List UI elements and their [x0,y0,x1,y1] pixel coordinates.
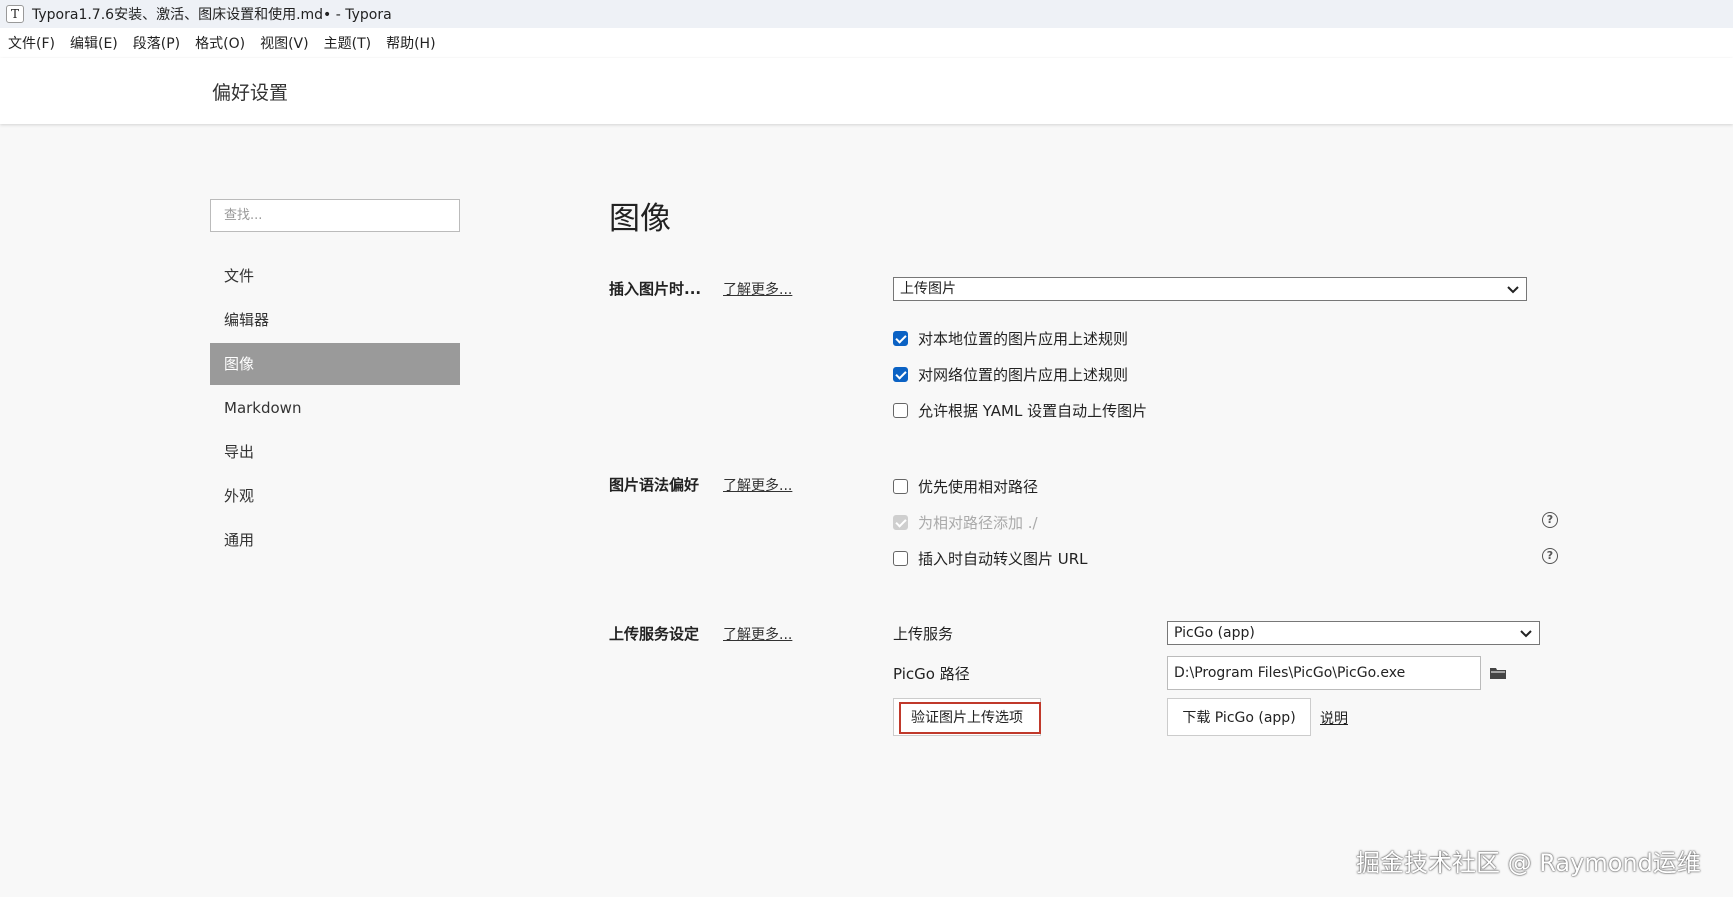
apply-local-rule-row[interactable]: 对本地位置的图片应用上述规则 [893,328,1128,349]
sidebar-item-appearance[interactable]: 外观 [210,475,460,517]
typora-app-icon: T [6,5,24,23]
picgo-path-input[interactable] [1167,656,1481,690]
add-dot-slash-label: 为相对路径添加 ./ [918,514,1038,532]
menu-view[interactable]: 视图(V) [260,33,309,53]
chevron-down-icon [1520,630,1532,638]
sidebar-nav: 文件 编辑器 图像 Markdown 导出 外观 通用 [210,255,460,563]
checkbox-icon[interactable] [893,367,908,382]
menu-help[interactable]: 帮助(H) [386,33,435,53]
syntax-learn-more-link[interactable]: 了解更多... [723,475,792,495]
menu-bar: 文件(F) 编辑(E) 段落(P) 格式(O) 视图(V) 主题(T) 帮助(H… [0,28,1733,58]
sidebar-item-editor[interactable]: 编辑器 [210,299,460,341]
explain-link[interactable]: 说明 [1320,708,1348,728]
image-syntax-label: 图片语法偏好 [609,476,700,494]
verify-upload-button[interactable]: 验证图片上传选项 [893,698,1041,736]
sidebar-item-file[interactable]: 文件 [210,255,460,297]
upload-service-settings-label: 上传服务设定 [609,625,700,643]
help-icon[interactable]: ? [1542,548,1558,564]
window-title: Typora1.7.6安装、激活、图床设置和使用.md• - Typora [32,7,392,23]
upload-service-select[interactable]: PicGo (app) [1167,621,1540,645]
yaml-auto-upload-label: 允许根据 YAML 设置自动上传图片 [918,402,1148,420]
checkbox-icon[interactable] [893,551,908,566]
menu-file[interactable]: 文件(F) [8,33,55,53]
picgo-path-label: PicGo 路径 [893,665,970,683]
menu-themes[interactable]: 主题(T) [324,33,371,53]
checkbox-icon[interactable] [893,403,908,418]
folder-icon[interactable] [1490,667,1506,679]
sidebar-item-export[interactable]: 导出 [210,431,460,473]
preferences-header: 偏好设置 [0,58,1733,124]
escape-url-row[interactable]: 插入时自动转义图片 URL [893,548,1088,569]
page-title: 偏好设置 [212,82,289,104]
menu-format[interactable]: 格式(O) [195,33,245,53]
upload-service-label: 上传服务 [893,625,954,643]
section-title: 图像 [609,201,671,237]
checkbox-icon [893,515,908,530]
sidebar-item-general[interactable]: 通用 [210,519,460,561]
apply-network-rule-label: 对网络位置的图片应用上述规则 [918,366,1129,384]
yaml-auto-upload-row[interactable]: 允许根据 YAML 设置自动上传图片 [893,400,1147,421]
insert-image-select[interactable]: 上传图片 [893,277,1527,301]
chevron-down-icon [1507,286,1519,294]
add-dot-slash-row: 为相对路径添加 ./ [893,512,1038,533]
title-bar: T Typora1.7.6安装、激活、图床设置和使用.md• - Typora [0,0,1733,28]
upload-service-select-value: PicGo (app) [1174,625,1255,641]
checkbox-icon[interactable] [893,479,908,494]
checkbox-icon[interactable] [893,331,908,346]
watermark: 掘金技术社区 @ Raymond运维 [1356,849,1701,877]
search-input[interactable] [210,199,460,232]
menu-paragraph[interactable]: 段落(P) [133,33,180,53]
apply-network-rule-row[interactable]: 对网络位置的图片应用上述规则 [893,364,1128,385]
upload-learn-more-link[interactable]: 了解更多... [723,624,792,644]
menu-edit[interactable]: 编辑(E) [70,33,118,53]
sidebar-item-markdown[interactable]: Markdown [210,387,460,429]
insert-image-select-value: 上传图片 [900,281,956,297]
escape-url-label: 插入时自动转义图片 URL [918,550,1088,568]
prefer-relative-path-label: 优先使用相对路径 [918,478,1039,496]
apply-local-rule-label: 对本地位置的图片应用上述规则 [918,330,1129,348]
sidebar-item-image[interactable]: 图像 [210,343,460,385]
prefer-relative-path-row[interactable]: 优先使用相对路径 [893,476,1038,497]
help-icon[interactable]: ? [1542,512,1558,528]
download-picgo-button[interactable]: 下载 PicGo (app) [1167,698,1311,736]
insert-image-label: 插入图片时... [609,280,702,298]
insert-learn-more-link[interactable]: 了解更多... [723,279,792,299]
